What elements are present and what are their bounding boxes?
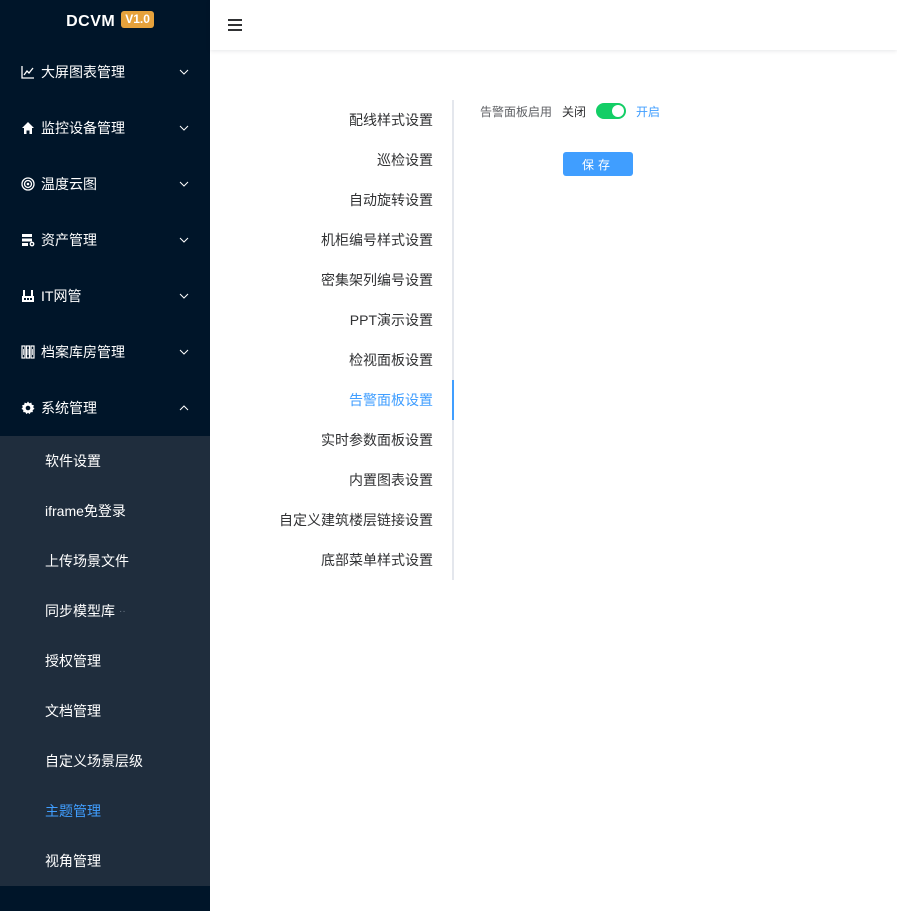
menu-item-chart-management[interactable]: 大屏图表管理 bbox=[0, 44, 210, 100]
field-label: 告警面板启用 bbox=[480, 104, 553, 119]
submenu-item-iframe-login[interactable]: iframe免登录 bbox=[0, 486, 210, 536]
line-chart-icon bbox=[20, 64, 36, 80]
menu-item-archive-management[interactable]: 档案库房管理 bbox=[0, 324, 210, 380]
brand: DCVM V1.0 bbox=[0, 0, 210, 44]
menu-item-system-management[interactable]: 系统管理 bbox=[0, 380, 210, 436]
submenu-label: 主题管理 bbox=[45, 803, 101, 819]
gear-icon bbox=[20, 400, 36, 416]
tab-bottom-menu-style[interactable]: 底部菜单样式设置 bbox=[210, 540, 454, 580]
menu-label: 档案库房管理 bbox=[41, 344, 125, 360]
archive-shelf-icon bbox=[20, 344, 36, 360]
menu-label: 温度云图 bbox=[41, 176, 97, 192]
chevron-up-icon bbox=[178, 402, 190, 414]
menu-item-asset-management[interactable]: 资产管理 bbox=[0, 212, 210, 268]
menu-label: 大屏图表管理 bbox=[41, 64, 125, 80]
tab-builtin-charts[interactable]: 内置图表设置 bbox=[210, 460, 454, 500]
home-icon bbox=[20, 120, 36, 136]
save-button[interactable]: 保存 bbox=[563, 152, 633, 176]
settings-tabs: 配线样式设置 巡检设置 自动旋转设置 机柜编号样式设置 密集架列编号设置 PPT… bbox=[210, 100, 454, 580]
alarm-panel-toggle[interactable] bbox=[596, 103, 627, 119]
tab-alarm-panel[interactable]: 告警面板设置 bbox=[210, 380, 454, 420]
submenu-label: 自定义场景层级 bbox=[45, 753, 143, 769]
submenu-item-software-settings[interactable]: 软件设置 bbox=[0, 436, 210, 486]
top-header bbox=[210, 0, 897, 50]
menu-label: IT网管 bbox=[41, 288, 82, 304]
chevron-down-icon bbox=[178, 234, 190, 246]
menu-item-it-network[interactable]: IT网管 bbox=[0, 268, 210, 324]
menu-item-monitor-devices[interactable]: 监控设备管理 bbox=[0, 100, 210, 156]
chevron-down-icon bbox=[178, 178, 190, 190]
submenu-item-scene-levels[interactable]: 自定义场景层级 bbox=[0, 736, 210, 786]
submenu-item-sync-models[interactable]: 同步模型库 ·· bbox=[0, 586, 210, 636]
tab-auto-rotate[interactable]: 自动旋转设置 bbox=[210, 180, 454, 220]
menu-item-temperature-cloud[interactable]: 温度云图 bbox=[0, 156, 210, 212]
switch-off-text: 关闭 bbox=[562, 104, 587, 119]
submenu-extra-marker: ·· bbox=[119, 605, 126, 617]
system-submenu: 软件设置 iframe免登录 上传场景文件 同步模型库 ·· 授权管理 文档管理 … bbox=[0, 436, 210, 886]
submenu-label: 同步模型库 bbox=[45, 603, 115, 619]
submenu-item-theme[interactable]: 主题管理 bbox=[0, 786, 210, 836]
version-badge: V1.0 bbox=[121, 10, 154, 28]
alarm-panel-settings: 告警面板启用 关闭 开启 保存 bbox=[480, 100, 660, 176]
submenu-label: 授权管理 bbox=[45, 653, 101, 669]
tab-wiring-style[interactable]: 配线样式设置 bbox=[210, 100, 454, 140]
submenu-label: 软件设置 bbox=[45, 453, 101, 469]
submenu-item-view-angle[interactable]: 视角管理 bbox=[0, 836, 210, 886]
network-switch-icon bbox=[20, 288, 36, 304]
target-icon bbox=[20, 176, 36, 192]
switch-on-text: 开启 bbox=[636, 104, 661, 119]
hamburger-icon[interactable] bbox=[227, 18, 243, 32]
chevron-down-icon bbox=[178, 290, 190, 302]
menu-label: 系统管理 bbox=[41, 400, 97, 416]
chevron-down-icon bbox=[178, 122, 190, 134]
menu-label: 监控设备管理 bbox=[41, 120, 125, 136]
submenu-label: 上传场景文件 bbox=[45, 553, 129, 569]
tab-custom-floor-links[interactable]: 自定义建筑楼层链接设置 bbox=[210, 500, 454, 540]
chevron-down-icon bbox=[178, 346, 190, 358]
submenu-item-documents[interactable]: 文档管理 bbox=[0, 686, 210, 736]
submenu-label: 文档管理 bbox=[45, 703, 101, 719]
submenu-label: 视角管理 bbox=[45, 853, 101, 869]
chevron-down-icon bbox=[178, 66, 190, 78]
submenu-label: iframe免登录 bbox=[45, 503, 126, 519]
brand-name: DCVM bbox=[66, 13, 116, 30]
tab-inspection[interactable]: 巡检设置 bbox=[210, 140, 454, 180]
sidebar: DCVM V1.0 大屏图表管理 监控设备管理 温度云图 资产管理 IT网管 档… bbox=[0, 0, 210, 911]
tab-cabinet-number-style[interactable]: 机柜编号样式设置 bbox=[210, 220, 454, 260]
menu-label: 资产管理 bbox=[41, 232, 97, 248]
tab-ppt-demo[interactable]: PPT演示设置 bbox=[210, 300, 454, 340]
sidebar-menu: 大屏图表管理 监控设备管理 温度云图 资产管理 IT网管 档案库房管理 系统管理 bbox=[0, 44, 210, 436]
server-gear-icon bbox=[20, 232, 36, 248]
tab-realtime-params-panel[interactable]: 实时参数面板设置 bbox=[210, 420, 454, 460]
submenu-item-upload-scene[interactable]: 上传场景文件 bbox=[0, 536, 210, 586]
tab-inspect-panel[interactable]: 检视面板设置 bbox=[210, 340, 454, 380]
tab-dense-shelf-numbering[interactable]: 密集架列编号设置 bbox=[210, 260, 454, 300]
alarm-panel-enable-row: 告警面板启用 关闭 开启 bbox=[480, 100, 660, 122]
submenu-item-license[interactable]: 授权管理 bbox=[0, 636, 210, 686]
